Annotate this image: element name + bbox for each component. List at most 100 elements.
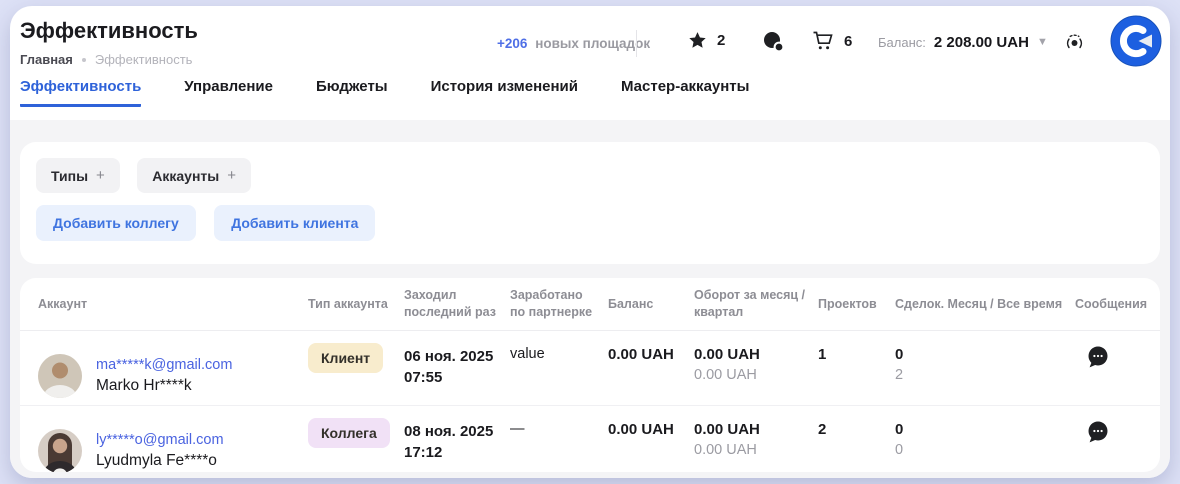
account-name: Marko Hr****k	[96, 377, 232, 395]
app-window: Эффективность Главная Эффективность +206…	[10, 6, 1170, 478]
projects-cell: 1	[818, 346, 895, 363]
deals-cell: 0 0	[895, 421, 1075, 458]
turnover-month: 0.00 UAH	[694, 421, 818, 438]
avatar	[38, 354, 82, 398]
filter-types-pill[interactable]: Типы +	[36, 158, 120, 193]
tab-bar: Эффективность Управление Бюджеты История…	[10, 78, 1170, 120]
balance-dropdown[interactable]: Баланс: 2 208.00 UAH ▼	[878, 34, 1048, 51]
plus-icon: +	[227, 167, 236, 184]
last-visit-cell: 06 ноя. 2025 07:55	[404, 346, 510, 388]
deals-total: 0	[895, 442, 1075, 458]
chat-button[interactable]	[762, 31, 785, 57]
voice-assistant-button[interactable]	[1062, 31, 1087, 61]
turnover-cell: 0.00 UAH 0.00 UAH	[694, 421, 818, 458]
last-visit-date: 08 ноя. 2025	[404, 421, 510, 442]
breadcrumb: Главная Эффективность	[20, 52, 192, 67]
account-name: Lyudmyla Fe****o	[96, 452, 224, 470]
deals-month: 0	[895, 421, 1075, 438]
last-visit-date: 06 ноя. 2025	[404, 346, 510, 367]
cart-icon	[812, 31, 834, 51]
message-button[interactable]	[1085, 344, 1111, 373]
table-row: ma*****k@gmail.com Marko Hr****k Клиент …	[20, 331, 1160, 406]
plus-icon: +	[96, 167, 105, 184]
deals-month: 0	[895, 346, 1075, 363]
account-identity: ma*****k@gmail.com Marko Hr****k	[96, 357, 232, 395]
collaborator-logo[interactable]	[1110, 15, 1162, 72]
account-type-badge: Клиент	[308, 343, 383, 373]
tab-management[interactable]: Управление	[184, 78, 273, 107]
last-visit-time: 17:12	[404, 442, 510, 463]
page-title: Эффективность	[20, 18, 198, 44]
partner-earnings-cell: value	[510, 346, 608, 362]
col-header-messages: Сообщения	[1075, 296, 1155, 313]
breadcrumb-home-link[interactable]: Главная	[20, 52, 73, 67]
content-section: Типы + Аккаунты + Добавить коллегу Добав…	[10, 120, 1170, 478]
account-type-badge: Коллега	[308, 418, 390, 448]
turnover-month: 0.00 UAH	[694, 346, 818, 363]
account-cell: ly*****o@gmail.com Lyudmyla Fe****o	[38, 414, 308, 472]
filter-accounts-pill[interactable]: Аккаунты +	[137, 158, 251, 193]
table-header-row: Аккаунт Тип аккаунта Заходил последний р…	[20, 278, 1160, 331]
projects-cell: 2	[818, 421, 895, 438]
messages-cell	[1075, 346, 1142, 375]
messages-cell	[1075, 421, 1142, 450]
message-button[interactable]	[1085, 419, 1111, 448]
col-header-projects: Проектов	[818, 296, 895, 313]
filter-types-label: Типы	[51, 168, 88, 184]
col-header-turnover: Оборот за месяц / квартал	[694, 287, 818, 321]
star-icon	[688, 31, 707, 50]
account-type-cell: Коллега	[308, 421, 404, 448]
tab-change-history[interactable]: История изменений	[431, 78, 578, 107]
account-identity: ly*****o@gmail.com Lyudmyla Fe****o	[96, 432, 224, 470]
new-platforms-count: +206	[497, 36, 527, 51]
account-email-link[interactable]: ly*****o@gmail.com	[96, 432, 224, 448]
accounts-table-card: Аккаунт Тип аккаунта Заходил последний р…	[20, 278, 1160, 472]
action-buttons-row: Добавить коллегу Добавить клиента	[36, 205, 1144, 241]
deals-total: 2	[895, 367, 1075, 383]
account-cell: ma*****k@gmail.com Marko Hr****k	[38, 339, 308, 398]
col-header-partner-earnings: Заработано по партнерке	[510, 287, 608, 321]
tab-effectiveness[interactable]: Эффективность	[20, 78, 141, 107]
message-bubble-icon	[1085, 344, 1111, 370]
message-bubble-icon	[1085, 419, 1111, 445]
top-bar: Эффективность Главная Эффективность +206…	[10, 6, 1170, 78]
favorites-count: 2	[717, 32, 725, 49]
filter-accounts-label: Аккаунты	[152, 168, 219, 184]
balance-value: 2 208.00 UAH	[934, 34, 1029, 51]
breadcrumb-separator	[82, 58, 86, 62]
col-header-last-visit: Заходил последний раз	[404, 287, 510, 321]
tab-budgets[interactable]: Бюджеты	[316, 78, 388, 107]
logo-icon	[1110, 15, 1162, 67]
account-email-link[interactable]: ma*****k@gmail.com	[96, 357, 232, 373]
add-colleague-button[interactable]: Добавить коллегу	[36, 205, 196, 241]
voice-assistant-icon	[1062, 31, 1087, 56]
chevron-down-icon: ▼	[1037, 37, 1048, 48]
balance-label: Баланс:	[878, 35, 926, 50]
cart-button[interactable]: 6	[812, 31, 852, 51]
col-header-balance: Баланс	[608, 296, 694, 313]
filters-card: Типы + Аккаунты + Добавить коллегу Добав…	[20, 142, 1160, 264]
new-platforms-label: новых площадок	[535, 36, 650, 51]
turnover-cell: 0.00 UAH 0.00 UAH	[694, 346, 818, 383]
table-row: ly*****o@gmail.com Lyudmyla Fe****o Колл…	[20, 406, 1160, 472]
chat-icon	[762, 31, 785, 52]
new-platforms-link[interactable]: +206 новых площадок	[497, 36, 650, 51]
account-type-cell: Клиент	[308, 346, 404, 373]
last-visit-time: 07:55	[404, 367, 510, 388]
col-header-account-type: Тип аккаунта	[308, 296, 404, 313]
col-header-account: Аккаунт	[38, 296, 308, 313]
col-header-deals: Сделок. Месяц / Все время	[895, 296, 1075, 313]
topbar-divider	[636, 30, 637, 57]
turnover-quarter: 0.00 UAH	[694, 442, 818, 458]
breadcrumb-current: Эффективность	[95, 52, 193, 67]
favorites-button[interactable]: 2	[688, 31, 725, 50]
balance-cell: 0.00 UAH	[608, 421, 694, 438]
add-client-button[interactable]: Добавить клиента	[214, 205, 375, 241]
partner-earnings-cell: —	[510, 421, 608, 437]
last-visit-cell: 08 ноя. 2025 17:12	[404, 421, 510, 463]
cart-count: 6	[844, 33, 852, 50]
filter-pills-row: Типы + Аккаунты +	[36, 158, 1144, 193]
avatar	[38, 429, 82, 472]
tab-master-accounts[interactable]: Мастер-аккаунты	[621, 78, 749, 107]
balance-cell: 0.00 UAH	[608, 346, 694, 363]
